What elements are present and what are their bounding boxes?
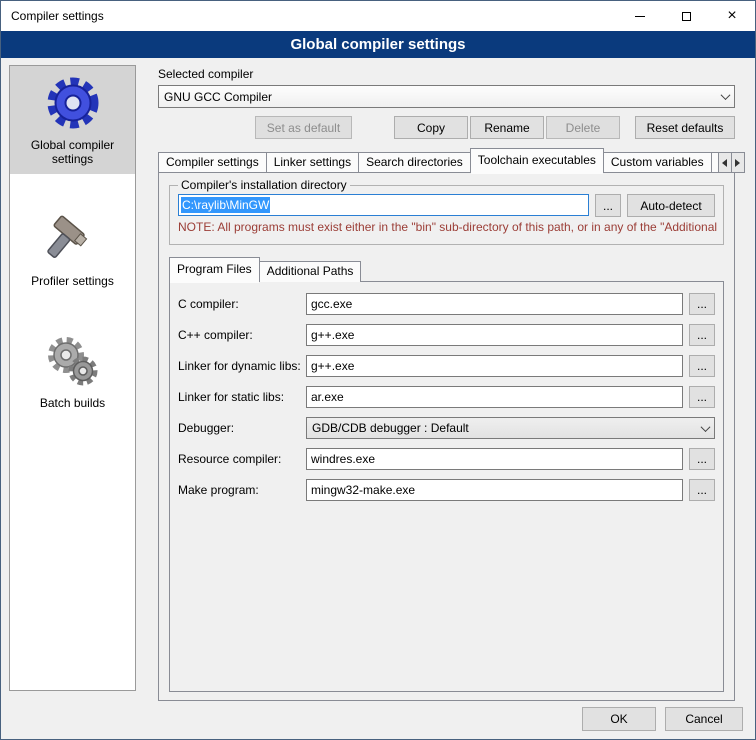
close-button[interactable]: × — [709, 1, 755, 31]
tab-scrollers — [719, 152, 745, 173]
titlebar[interactable]: Compiler settings × — [1, 1, 755, 31]
sidebar-item-label: Batch builds — [40, 396, 105, 410]
minimize-icon — [635, 16, 645, 17]
gray-gears-icon — [42, 332, 104, 392]
note-text: NOTE: All programs must exist either in … — [178, 220, 723, 234]
cpp-compiler-input[interactable] — [306, 324, 683, 346]
cpp-compiler-label: C++ compiler: — [178, 328, 306, 342]
program-files-panel: C compiler: ... C++ compiler: ... Linker… — [169, 281, 724, 692]
chevron-down-icon — [696, 418, 714, 438]
reset-defaults-button[interactable]: Reset defaults — [635, 116, 735, 139]
selected-compiler-dropdown[interactable]: GNU GCC Compiler — [158, 85, 735, 108]
c-compiler-label: C compiler: — [178, 297, 306, 311]
debugger-label: Debugger: — [178, 421, 306, 435]
compiler-settings-tabs: Compiler settings Linker settings Search… — [158, 151, 735, 173]
tab-additional-paths[interactable]: Additional Paths — [259, 261, 362, 282]
dialog-footer: OK Cancel — [582, 707, 743, 731]
installation-directory-input[interactable]: C:\raylib\MinGW — [178, 194, 589, 216]
resource-compiler-input[interactable] — [306, 448, 683, 470]
installation-directory-label: Compiler's installation directory — [178, 178, 350, 192]
caption-buttons: × — [617, 1, 755, 31]
settings-category-list: Global compiler settings Profiler settin… — [9, 65, 136, 691]
sidebar-item-label: Profiler settings — [31, 274, 114, 288]
rename-button[interactable]: Rename — [470, 116, 544, 139]
profiler-tool-icon — [42, 210, 104, 270]
dialog-heading-text: Global compiler settings — [290, 36, 465, 53]
tab-toolchain-executables[interactable]: Toolchain executables — [470, 148, 604, 173]
sidebar-item-label: Global compiler settings — [12, 138, 133, 166]
sidebar-item-global-compiler-settings[interactable]: Global compiler settings — [10, 66, 135, 174]
close-icon: × — [727, 8, 736, 24]
tab-search-directories[interactable]: Search directories — [358, 152, 471, 173]
resource-compiler-row: Resource compiler: ... — [178, 448, 715, 470]
triangle-right-icon — [735, 159, 740, 167]
auto-detect-button[interactable]: Auto-detect — [627, 194, 715, 217]
c-compiler-browse-button[interactable]: ... — [689, 293, 715, 315]
resource-compiler-browse-button[interactable]: ... — [689, 448, 715, 470]
tab-scroll-right-button[interactable] — [731, 152, 745, 173]
c-compiler-row: C compiler: ... — [178, 293, 715, 315]
debugger-dropdown[interactable]: GDB/CDB debugger : Default — [306, 417, 715, 439]
chevron-down-icon — [716, 86, 734, 107]
sidebar-item-batch-builds[interactable]: Batch builds — [10, 324, 135, 418]
cpp-compiler-browse-button[interactable]: ... — [689, 324, 715, 346]
make-program-input[interactable] — [306, 479, 683, 501]
installation-directory-value: C:\raylib\MinGW — [181, 197, 270, 213]
debugger-row: Debugger: GDB/CDB debugger : Default — [178, 417, 715, 439]
cancel-button[interactable]: Cancel — [665, 707, 743, 731]
settings-content: Selected compiler GNU GCC Compiler Set a… — [146, 63, 749, 703]
static-linker-input[interactable] — [306, 386, 683, 408]
delete-button[interactable]: Delete — [546, 116, 620, 139]
resource-compiler-label: Resource compiler: — [178, 452, 306, 466]
c-compiler-input[interactable] — [306, 293, 683, 315]
tab-custom-variables[interactable]: Custom variables — [603, 152, 712, 173]
toolchain-executables-page: Compiler's installation directory C:\ray… — [158, 172, 735, 701]
debugger-value: GDB/CDB debugger : Default — [307, 421, 696, 435]
compiler-action-buttons: Set as default Copy Rename Delete Reset … — [158, 116, 735, 139]
dynamic-linker-browse-button[interactable]: ... — [689, 355, 715, 377]
minimize-button[interactable] — [617, 1, 663, 31]
static-linker-row: Linker for static libs: ... — [178, 386, 715, 408]
set-as-default-button[interactable]: Set as default — [255, 116, 352, 139]
dynamic-linker-row: Linker for dynamic libs: ... — [178, 355, 715, 377]
sidebar-item-profiler-settings[interactable]: Profiler settings — [10, 202, 135, 296]
maximize-button[interactable] — [663, 1, 709, 31]
dynamic-linker-label: Linker for dynamic libs: — [178, 359, 306, 373]
installation-directory-group: Compiler's installation directory C:\ray… — [169, 185, 724, 245]
maximize-icon — [682, 12, 691, 21]
dialog-heading: Global compiler settings — [1, 31, 755, 58]
executables-subtabs: Program Files Additional Paths — [169, 260, 360, 282]
triangle-left-icon — [722, 159, 727, 167]
tab-compiler-settings[interactable]: Compiler settings — [158, 152, 267, 173]
make-program-label: Make program: — [178, 483, 306, 497]
selected-compiler-label: Selected compiler — [158, 67, 253, 81]
make-program-row: Make program: ... — [178, 479, 715, 501]
ok-button[interactable]: OK — [582, 707, 656, 731]
dynamic-linker-input[interactable] — [306, 355, 683, 377]
copy-button[interactable]: Copy — [394, 116, 468, 139]
window-title: Compiler settings — [1, 9, 104, 23]
tab-scroll-left-button[interactable] — [718, 152, 732, 173]
tab-linker-settings[interactable]: Linker settings — [266, 152, 359, 173]
static-linker-label: Linker for static libs: — [178, 390, 306, 404]
blue-gear-icon — [42, 74, 104, 134]
compiler-settings-window: Compiler settings × Global compiler sett… — [0, 0, 756, 740]
tab-program-files[interactable]: Program Files — [169, 257, 260, 282]
browse-directory-button[interactable]: ... — [595, 194, 621, 217]
static-linker-browse-button[interactable]: ... — [689, 386, 715, 408]
selected-compiler-value: GNU GCC Compiler — [159, 90, 716, 104]
make-program-browse-button[interactable]: ... — [689, 479, 715, 501]
installation-directory-row: C:\raylib\MinGW ... Auto-detect — [178, 194, 715, 216]
cpp-compiler-row: C++ compiler: ... — [178, 324, 715, 346]
